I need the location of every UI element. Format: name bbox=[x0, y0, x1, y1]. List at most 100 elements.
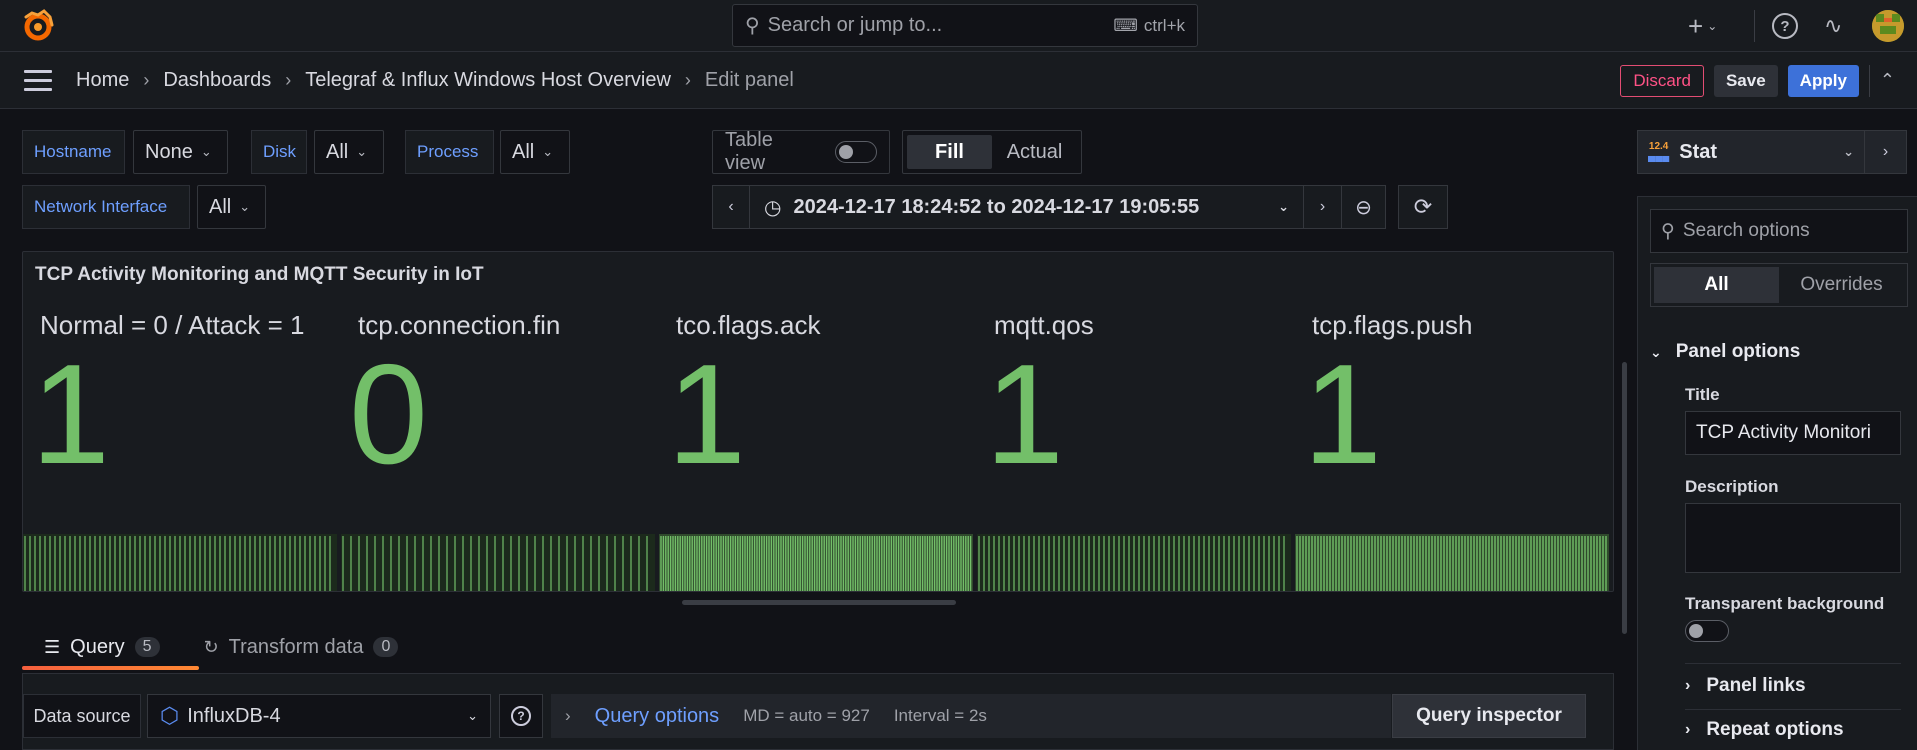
chevron-down-icon: ⌄ bbox=[200, 144, 212, 159]
help-icon[interactable]: ? bbox=[1772, 13, 1798, 39]
sparkline bbox=[659, 534, 973, 591]
chevron-down-icon: ⌄ bbox=[1707, 19, 1718, 33]
sparkline bbox=[341, 534, 655, 591]
interval: Interval = 2s bbox=[893, 706, 987, 725]
variable-select-network-interface[interactable]: All ⌄ bbox=[197, 185, 266, 229]
chevron-down-icon: ⌄ bbox=[1650, 343, 1662, 360]
stat-panel: TCP Activity Monitoring and MQTT Securit… bbox=[22, 251, 1614, 592]
apply-button[interactable]: Apply bbox=[1787, 64, 1859, 97]
repeat-options-section[interactable]: › Repeat options bbox=[1685, 719, 1901, 741]
query-options[interactable]: › Query options MD = auto = 927 Interval… bbox=[551, 694, 1391, 738]
zoom-out-icon: ⊖ bbox=[1355, 196, 1372, 219]
database-icon: ☰ bbox=[44, 636, 61, 657]
options-search-input[interactable]: ⚲ Search options bbox=[1650, 209, 1908, 253]
max-data-points: MD = auto = 927 bbox=[743, 706, 870, 725]
stat-item: tcp.connection.fin 0 bbox=[341, 310, 659, 591]
time-range-bar: ‹ ◷ 2024-12-17 18:24:52 to 2024-12-17 19… bbox=[712, 185, 1448, 229]
help-icon[interactable]: ? bbox=[499, 694, 543, 738]
zoom-out-button[interactable]: ⊖ bbox=[1342, 185, 1386, 229]
table-view-toggle[interactable]: Table view bbox=[712, 129, 890, 174]
shortcut-hint: ⌨ ctrl+k bbox=[1113, 15, 1185, 35]
time-range-picker[interactable]: ◷ 2024-12-17 18:24:52 to 2024-12-17 19:0… bbox=[750, 185, 1304, 229]
breadcrumb-home[interactable]: Home bbox=[76, 69, 129, 92]
influxdb-icon: ⬡ bbox=[160, 703, 180, 728]
description-label: Description bbox=[1685, 477, 1779, 496]
chevron-down-icon: ⌄ bbox=[356, 144, 368, 159]
clock-icon: ◷ bbox=[764, 196, 782, 219]
search-icon: ⚲ bbox=[745, 15, 760, 37]
breadcrumb-current: Edit panel bbox=[704, 69, 794, 91]
collapse-options-button[interactable]: › bbox=[1865, 130, 1907, 174]
avatar[interactable] bbox=[1872, 10, 1904, 42]
chevron-left-icon: ‹ bbox=[728, 198, 734, 215]
divider bbox=[1754, 10, 1755, 42]
tab-transform-data[interactable]: ↻ Transform data 0 bbox=[182, 625, 421, 669]
stat-value: 1 bbox=[31, 335, 110, 494]
options-filter-tabs: All Overrides bbox=[1650, 263, 1908, 307]
time-back-button[interactable]: ‹ bbox=[712, 185, 750, 229]
tab-overrides[interactable]: Overrides bbox=[1779, 267, 1904, 303]
query-options-link[interactable]: Query options bbox=[595, 705, 720, 728]
search-icon: ⚲ bbox=[1661, 220, 1675, 242]
horizontal-scrollbar[interactable] bbox=[682, 600, 956, 605]
chevron-down-icon: ⌄ bbox=[239, 199, 251, 214]
chevron-right-icon: › bbox=[1882, 143, 1889, 160]
toggle-switch[interactable] bbox=[834, 141, 877, 163]
visualization-picker[interactable]: 12.4 ▄▄▄ Stat ⌄ bbox=[1637, 130, 1865, 174]
stat-item: mqtt.qos 1 bbox=[977, 310, 1295, 591]
options-pane: ⚲ Search options All Overrides ⌄ Panel o… bbox=[1637, 196, 1917, 750]
chevron-down-icon: ⌄ bbox=[1278, 199, 1289, 214]
stat-value: 1 bbox=[667, 335, 746, 494]
title-input[interactable]: TCP Activity Monitori bbox=[1685, 411, 1901, 455]
divider bbox=[1685, 663, 1901, 664]
panel-links-section[interactable]: › Panel links bbox=[1685, 675, 1901, 697]
breadcrumb: Home › Dashboards › Telegraf & Influx Wi… bbox=[76, 52, 794, 109]
divider bbox=[1685, 709, 1901, 710]
transform-icon: ↻ bbox=[203, 636, 219, 657]
title-label: Title bbox=[1685, 385, 1720, 404]
grafana-logo-icon[interactable] bbox=[20, 9, 56, 43]
tab-query[interactable]: ☰ Query 5 bbox=[22, 625, 182, 669]
transparent-background-toggle[interactable] bbox=[1685, 620, 1729, 642]
variable-select-process[interactable]: All ⌄ bbox=[500, 130, 570, 174]
chevron-right-icon: › bbox=[1685, 677, 1691, 694]
keyboard-icon: ⌨ bbox=[1113, 15, 1138, 35]
save-button[interactable]: Save bbox=[1713, 64, 1778, 97]
stat-value: 1 bbox=[985, 335, 1064, 494]
panel-options-section[interactable]: ⌄ Panel options bbox=[1650, 341, 1800, 363]
breadcrumb-dashboard[interactable]: Telegraf & Influx Windows Host Overview bbox=[305, 69, 671, 92]
divider bbox=[1868, 64, 1870, 97]
fill-option[interactable]: Fill bbox=[907, 135, 992, 169]
refresh-icon: ⟳ bbox=[1413, 194, 1433, 219]
data-source-label: Data source bbox=[23, 694, 141, 738]
search-bar[interactable]: ⚲ Search or jump to... ⌨ ctrl+k bbox=[732, 4, 1198, 47]
stat-value: 1 bbox=[1303, 335, 1382, 494]
discard-button[interactable]: Discard bbox=[1620, 64, 1704, 97]
variable-select-disk[interactable]: All ⌄ bbox=[314, 130, 384, 174]
data-source-picker[interactable]: ⬡ InfluxDB-4 ⌄ bbox=[147, 694, 491, 738]
variable-label-network-interface: Network Interface bbox=[22, 185, 190, 229]
sparkline bbox=[977, 534, 1291, 591]
rss-icon[interactable]: ∿ bbox=[1824, 13, 1842, 39]
vertical-scrollbar[interactable] bbox=[1622, 362, 1627, 634]
chevron-right-icon: › bbox=[143, 70, 150, 90]
tab-all[interactable]: All bbox=[1654, 267, 1779, 303]
time-forward-button[interactable]: › bbox=[1304, 185, 1342, 229]
transparent-background-label: Transparent background bbox=[1685, 594, 1885, 613]
stat-item: tco.flags.ack 1 bbox=[659, 310, 977, 591]
query-options-row: Data source ⬡ InfluxDB-4 ⌄ ? › Query opt… bbox=[22, 673, 1614, 750]
chevron-right-icon: › bbox=[1685, 721, 1691, 738]
actual-option[interactable]: Actual bbox=[992, 135, 1077, 169]
sparkline bbox=[23, 534, 337, 591]
chevron-down-icon: ⌄ bbox=[1843, 144, 1854, 159]
chevron-right-icon: › bbox=[684, 70, 691, 90]
chevron-right-icon: › bbox=[285, 70, 292, 90]
refresh-button[interactable]: ⟳ bbox=[1398, 185, 1448, 229]
description-textarea[interactable] bbox=[1685, 503, 1901, 573]
menu-icon[interactable] bbox=[24, 70, 52, 92]
query-inspector-button[interactable]: Query inspector bbox=[1392, 694, 1586, 738]
chevron-up-icon[interactable]: ⌃ bbox=[1880, 70, 1895, 91]
new-menu-button[interactable]: + ⌄ bbox=[1688, 11, 1717, 42]
variable-select-hostname[interactable]: None ⌄ bbox=[133, 130, 228, 174]
breadcrumb-dashboards[interactable]: Dashboards bbox=[163, 69, 271, 92]
